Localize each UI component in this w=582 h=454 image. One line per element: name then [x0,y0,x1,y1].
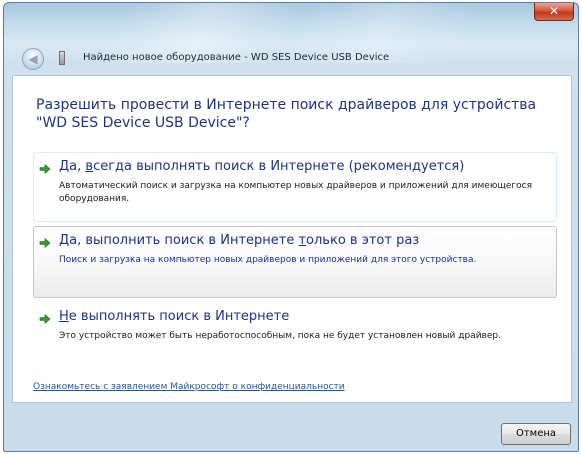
option-description: Это устройство может быть неработоспособ… [59,331,501,341]
privacy-statement-link[interactable]: Ознакомьтесь с заявлением Майкрософт о к… [33,382,345,392]
option-always-search[interactable]: Да, всегда выполнять поиск в Интернете (… [33,152,557,222]
usb-device-icon [59,51,65,65]
title-bar: ◀ Найдено новое оборудование - WD SES De… [12,48,570,72]
back-button[interactable]: ◀ [22,48,44,70]
close-button[interactable]: ✕ [534,3,574,21]
content-panel: Разрешить провести в Интернете поиск дра… [12,75,572,403]
option-description: Поиск и загрузка на компьютер новых драй… [59,255,477,265]
green-arrow-icon [39,313,51,325]
option-title: Не выполнять поиск в Интернете [59,309,290,324]
question-heading: Разрешить провести в Интернете поиск дра… [36,97,537,131]
option-title: Да, выполнить поиск в Интернете только в… [59,233,420,248]
back-arrow-icon: ◀ [28,52,38,66]
green-arrow-icon [39,163,51,175]
green-arrow-icon [39,237,51,249]
close-icon: ✕ [548,4,560,18]
dialog-window: ✕ ◀ Найдено новое оборудование - WD SES … [3,2,579,452]
option-title: Да, всегда выполнять поиск в Интернете (… [59,159,465,174]
option-search-once[interactable]: Да, выполнить поиск в Интернете только в… [33,226,557,298]
cancel-button[interactable]: Отмена [501,423,571,445]
option-description: Автоматический поиск и загрузка на компь… [59,181,533,204]
option-do-not-search[interactable]: Не выполнять поиск в Интернете Это устро… [33,302,557,364]
window-title: Найдено новое оборудование - WD SES Devi… [83,52,390,63]
